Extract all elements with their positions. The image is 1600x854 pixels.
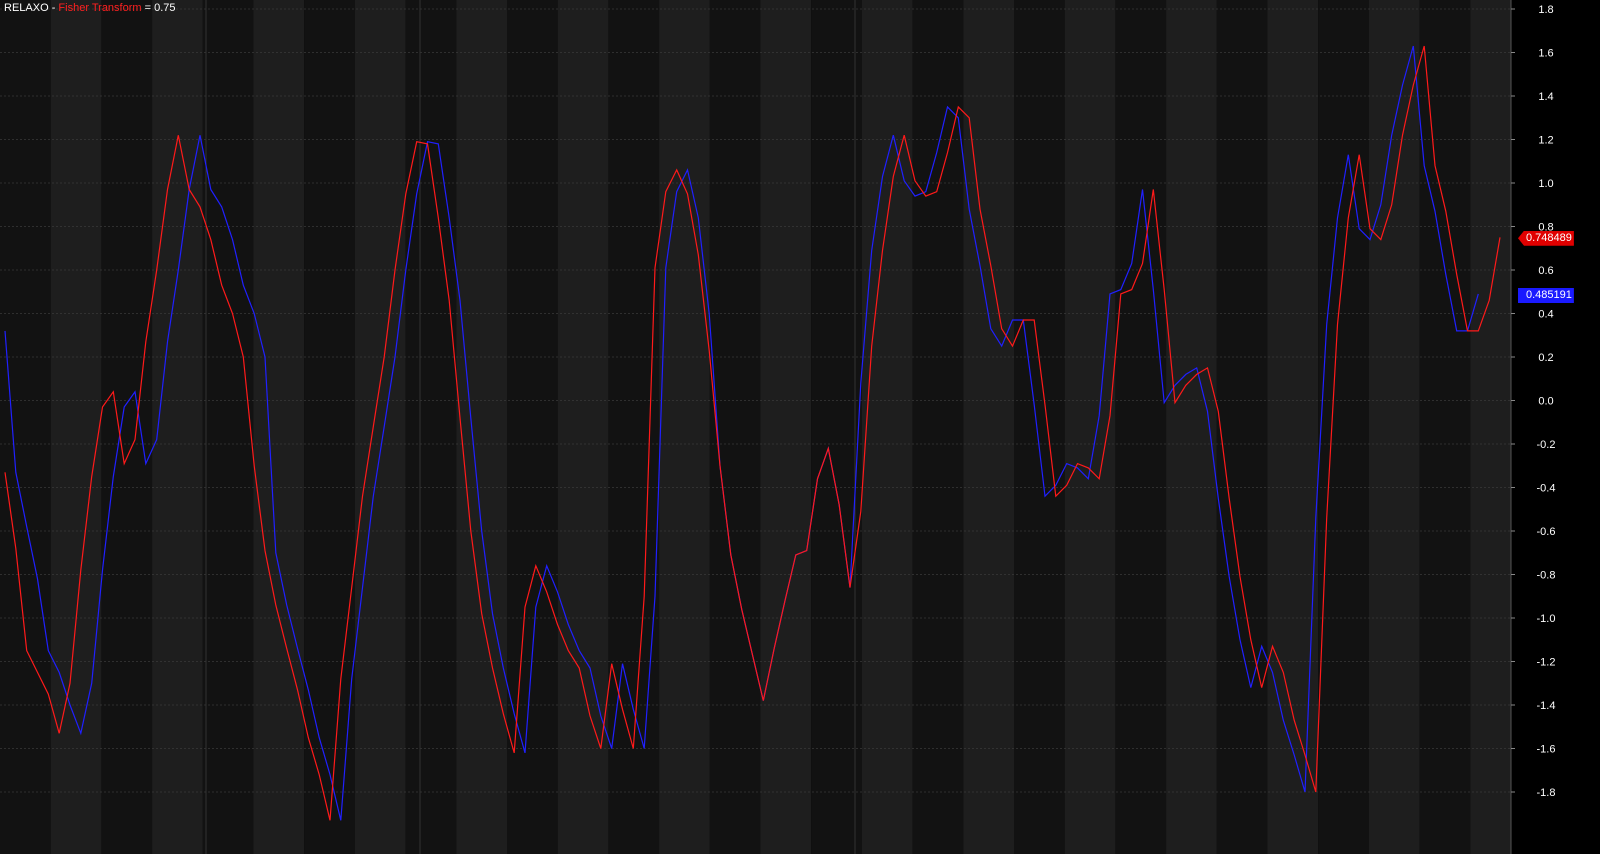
- background-band: [405, 0, 457, 854]
- y-tick-label: -0.6: [1537, 526, 1556, 538]
- y-tick-label: -1.8: [1537, 787, 1556, 799]
- background-bands: [0, 0, 1511, 854]
- y-axis-ticks: 1.81.61.41.21.00.80.60.40.20.0-0.2-0.4-0…: [1511, 4, 1555, 799]
- background-band: [0, 0, 51, 854]
- y-tick-label: -1.0: [1537, 613, 1556, 625]
- title-separator: -: [48, 2, 59, 14]
- indicator-name: Fisher Transform: [58, 2, 142, 14]
- background-band: [456, 0, 507, 854]
- background-band: [1115, 0, 1167, 854]
- background-band: [1470, 0, 1511, 854]
- y-tick-label: 1.2: [1538, 135, 1553, 147]
- background-band: [1318, 0, 1369, 854]
- background-band: [152, 0, 203, 854]
- y-tick-label: 0.2: [1538, 352, 1553, 364]
- background-band: [912, 0, 964, 854]
- y-tick-label: -0.2: [1537, 439, 1556, 451]
- title-equals: =: [141, 2, 155, 14]
- y-tick-label: 0.6: [1538, 265, 1553, 277]
- background-band: [507, 0, 558, 854]
- y-tick-label: -1.4: [1537, 700, 1556, 712]
- background-band: [1267, 0, 1319, 854]
- background-band: [1014, 0, 1065, 854]
- y-tick-label: 0.0: [1538, 396, 1553, 408]
- background-band: [861, 0, 913, 854]
- background-band: [811, 0, 862, 854]
- y-tick-label: 1.8: [1538, 4, 1553, 16]
- background-band: [557, 0, 609, 854]
- y-tick-label: 1.4: [1538, 91, 1553, 103]
- symbol-label: RELAXO: [4, 2, 49, 14]
- trigger-value-tag: 0.485191: [1518, 287, 1574, 303]
- background-band: [760, 0, 812, 854]
- y-tick-label: -0.4: [1537, 483, 1556, 495]
- background-band: [101, 0, 153, 854]
- background-band: [1368, 0, 1420, 854]
- fisher-value-tag: 0.748489: [1518, 230, 1574, 246]
- indicator-value: 0.75: [154, 2, 176, 14]
- background-band: [1216, 0, 1268, 854]
- background-band: [608, 0, 660, 854]
- y-tick-label: -0.8: [1537, 570, 1556, 582]
- background-band: [202, 0, 254, 854]
- fisher-chart: 1.81.61.41.21.00.80.60.40.20.0-0.2-0.4-0…: [0, 0, 1555, 854]
- background-band: [354, 0, 406, 854]
- background-band: [659, 0, 710, 854]
- background-band: [50, 0, 102, 854]
- background-band: [304, 0, 355, 854]
- y-tick-label: 0.4: [1538, 309, 1553, 321]
- chart-title: RELAXO - Fisher Transform = 0.75: [4, 2, 176, 14]
- background-band: [1419, 0, 1471, 854]
- y-tick-label: -1.2: [1537, 657, 1556, 669]
- y-tick-label: -1.6: [1537, 744, 1556, 756]
- y-tick-label: 1.0: [1538, 178, 1553, 190]
- background-band: [253, 0, 305, 854]
- y-tick-label: 1.6: [1538, 48, 1553, 60]
